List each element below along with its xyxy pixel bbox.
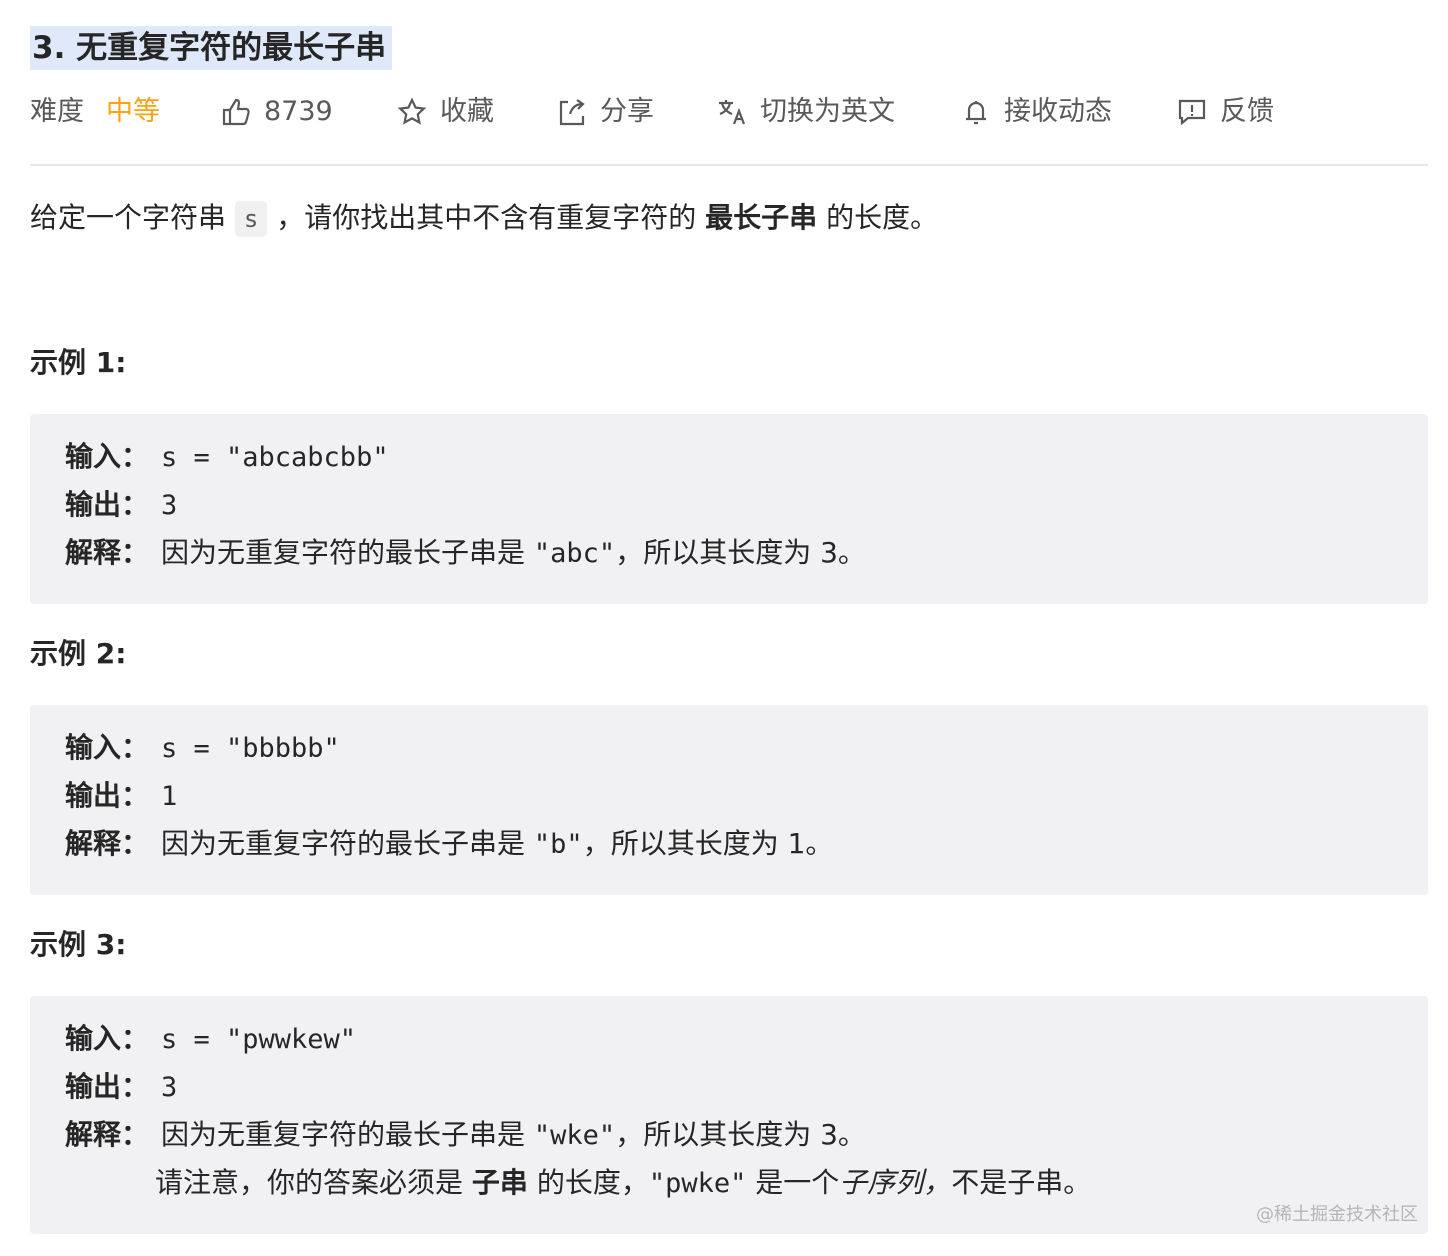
share-label: 分享: [600, 96, 654, 127]
explain-text: ，所以其长度为 1。: [582, 827, 834, 860]
difficulty: 难度 中等: [30, 88, 160, 136]
problem-description: 给定一个字符串 s ，请你找出其中不含有重复字符的 最长子串 的长度。: [30, 194, 938, 243]
explain-label: 解释：: [65, 1118, 150, 1151]
description-emphasis: 最长子串: [705, 201, 818, 234]
inline-code: s: [234, 201, 268, 237]
star-icon: [397, 97, 427, 125]
like-count: 8739: [264, 96, 333, 127]
translate-label: 切换为英文: [760, 96, 895, 127]
example-3-title: 示例 3:: [30, 928, 127, 961]
output-label: 输出：: [65, 1070, 150, 1103]
bell-icon: [966, 101, 986, 125]
explain-text: 因为无重复字符的最长子串是: [161, 1118, 534, 1151]
input-value: s = "pwwkew": [161, 1024, 357, 1055]
example-output: 输出： 1: [65, 772, 1428, 820]
example-1-box: 输入： s = "abcabcbb" 输出： 3 解释： 因为无重复字符的最长子串是 …: [30, 414, 1428, 604]
output-value: 3: [161, 1072, 178, 1103]
note-text: 的长度，: [527, 1166, 649, 1199]
example-output: 输出： 3: [65, 481, 1428, 529]
output-value: 1: [161, 781, 178, 812]
feedback-label: 反馈: [1220, 96, 1274, 127]
note-text: 是一个: [746, 1166, 840, 1199]
like-button[interactable]: 8739: [220, 88, 333, 136]
note-code: "pwke": [648, 1168, 747, 1199]
example-3-box: 输入： s = "pwwkew" 输出： 3 解释： 因为无重复字符的最长子串是 "w…: [30, 996, 1428, 1234]
thumbs-up-icon: [222, 98, 250, 126]
note-italic: 子序列，: [839, 1166, 952, 1199]
example-input: 输入： s = "abcabcbb": [65, 433, 1428, 481]
input-value: s = "bbbbb": [161, 733, 340, 764]
description-text: ，请你找出其中不含有重复字符的: [267, 201, 706, 234]
description-text: 的长度。: [817, 201, 939, 234]
note-text: 不是子串。: [951, 1166, 1092, 1199]
difficulty-label: 难度: [30, 96, 84, 127]
difficulty-value: 中等: [106, 96, 160, 127]
example-output: 输出： 3: [65, 1063, 1428, 1111]
translate-button[interactable]: 切换为英文: [716, 88, 895, 136]
example-input: 输入： s = "pwwkew": [65, 1015, 1428, 1063]
subscribe-button[interactable]: 接收动态: [960, 88, 1112, 136]
explain-code: "b": [533, 829, 583, 860]
input-label: 输入：: [65, 1022, 150, 1055]
problem-title: 3. 无重复字符的最长子串: [30, 26, 393, 70]
share-icon: [559, 99, 585, 126]
note-text: 请注意，你的答案必须是: [155, 1166, 472, 1199]
explain-label: 解释：: [65, 536, 150, 569]
output-value: 3: [161, 490, 178, 521]
example-2-box: 输入： s = "bbbbb" 输出： 1 解释： 因为无重复字符的最长子串是 "b"…: [30, 705, 1428, 895]
explain-text: ，所以其长度为 3。: [615, 1118, 866, 1151]
input-value: s = "abcabcbb": [161, 442, 389, 473]
explain-code: "wke": [533, 1120, 616, 1151]
explain-code: "abc": [533, 538, 616, 569]
explain-label: 解释：: [65, 827, 150, 860]
favorite-label: 收藏: [440, 96, 494, 127]
feedback-icon: [1178, 99, 1206, 126]
explain-text: 因为无重复字符的最长子串是: [161, 536, 534, 569]
example-note: 请注意，你的答案必须是 子串 的长度，"pwke" 是一个子序列，不是子串。: [65, 1159, 1428, 1207]
input-label: 输入：: [65, 440, 150, 473]
translate-icon: [719, 100, 746, 125]
note-emphasis: 子串: [471, 1166, 528, 1199]
output-label: 输出：: [65, 779, 150, 812]
explain-text: ，所以其长度为 3。: [615, 536, 866, 569]
example-input: 输入： s = "bbbbb": [65, 724, 1428, 772]
feedback-button[interactable]: 反馈: [1176, 88, 1274, 136]
problem-meta-bar: 难度 中等 8739 收藏 分享 切换为英文 接收动态 反馈: [30, 88, 1430, 136]
input-label: 输入：: [65, 731, 150, 764]
output-label: 输出：: [65, 488, 150, 521]
share-button[interactable]: 分享: [556, 88, 654, 136]
example-1-title: 示例 1:: [30, 346, 127, 379]
explain-text: 因为无重复字符的最长子串是: [161, 827, 534, 860]
example-2-title: 示例 2:: [30, 637, 127, 670]
example-explanation: 解释： 因为无重复字符的最长子串是 "b"，所以其长度为 1。: [65, 820, 1428, 868]
description-text: 给定一个字符串: [30, 201, 235, 234]
favorite-button[interactable]: 收藏: [396, 88, 494, 136]
example-explanation: 解释： 因为无重复字符的最长子串是 "wke"，所以其长度为 3。: [65, 1111, 1428, 1159]
example-explanation: 解释： 因为无重复字符的最长子串是 "abc"，所以其长度为 3。: [65, 529, 1428, 577]
divider: [30, 164, 1428, 166]
subscribe-label: 接收动态: [1004, 96, 1112, 127]
watermark: @稀土掘金技术社区: [1256, 1204, 1418, 1225]
